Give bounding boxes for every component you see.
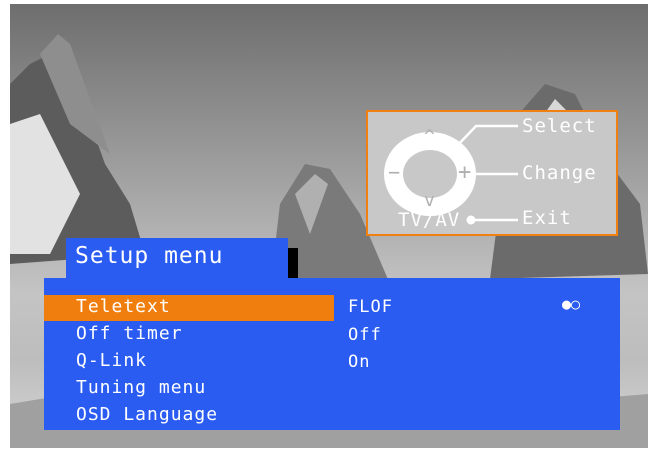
- menu-item-teletext[interactable]: Teletext: [44, 295, 334, 321]
- menu-item-label: Q-Link: [76, 350, 148, 371]
- change-label: Change: [522, 162, 597, 184]
- menu-item-label: Teletext: [76, 296, 171, 317]
- select-label: Select: [522, 115, 597, 137]
- exit-label: Exit: [522, 207, 572, 229]
- page-indicator: ●○: [562, 295, 581, 313]
- teletext-value: FLOF: [348, 297, 393, 317]
- tvav-label: TV/AV: [398, 209, 461, 231]
- down-arrow-icon: v: [424, 190, 436, 211]
- menu-title: Setup menu: [66, 238, 288, 278]
- menu-item-tuning-menu[interactable]: Tuning menu: [44, 376, 334, 402]
- up-arrow-icon: ^: [424, 126, 436, 147]
- q-link-value: On: [348, 352, 371, 372]
- off-timer-value: Off: [348, 325, 382, 345]
- menu-item-label: Off timer: [76, 323, 183, 344]
- menu-item-osd-language[interactable]: OSD Language: [44, 403, 334, 429]
- menu-item-label: OSD Language: [76, 404, 219, 425]
- remote-guide: ^ v − + TV/AV Select Change Exit: [366, 110, 618, 236]
- tv-screen: ^ v − + TV/AV Select Change Exit Setup m…: [10, 4, 648, 448]
- plus-icon: +: [458, 160, 473, 185]
- menu-item-q-link[interactable]: Q-Link: [44, 349, 334, 375]
- menu-item-off-timer[interactable]: Off timer: [44, 322, 334, 348]
- menu-item-label: Tuning menu: [76, 377, 207, 398]
- minus-icon: −: [388, 160, 402, 184]
- setup-menu-panel: Teletext FLOF ●○ Off timer Off Q-Link On…: [44, 278, 620, 430]
